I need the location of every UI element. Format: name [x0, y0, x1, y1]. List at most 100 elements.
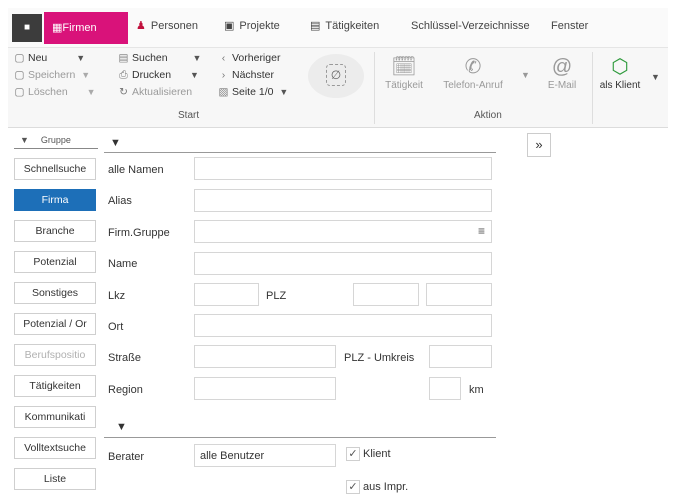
menu-schluessel-label: Schlüssel-Verzeichnisse	[411, 20, 530, 32]
search-icon: ▤	[118, 52, 129, 64]
vorheriger-button[interactable]: ‹ Vorheriger	[218, 52, 281, 64]
suchen-label: Suchen	[132, 52, 168, 64]
list-menu-icon[interactable]: ≡	[478, 224, 485, 238]
loeschen-dropdown-icon[interactable]: ▼	[87, 87, 96, 97]
drucken-label: Drucken	[132, 69, 172, 81]
sidebar-item-taetigkeiten[interactable]: Tätigkeiten	[14, 375, 96, 397]
ribbon-separator	[592, 52, 593, 124]
chevron-left-icon: ‹	[221, 52, 226, 64]
label-plz-umkreis: PLZ - Umkreis	[344, 352, 415, 364]
label-plz: PLZ	[266, 290, 287, 302]
ribbon-separator	[374, 52, 375, 124]
sidebar-item-berufsposition[interactable]: Berufspositio	[14, 344, 96, 366]
email-label: E-Mail	[547, 80, 577, 91]
checkmark-icon: ✓	[346, 447, 360, 461]
group-aktion-label: Aktion	[474, 110, 502, 121]
speichern-label: Speichern	[28, 69, 76, 81]
label-lkz: Lkz	[108, 290, 126, 302]
neu-label: Neu	[28, 52, 48, 64]
sidebar-item-branche[interactable]: Branche	[14, 220, 96, 242]
aktualisieren-button[interactable]: ↻ Aktualisieren	[118, 86, 192, 98]
menu-taetigkeiten[interactable]: ▤ Tätigkeiten	[310, 8, 379, 44]
neu-button[interactable]: ▢ Neu ▼	[14, 52, 86, 64]
strasse-field[interactable]	[194, 345, 336, 368]
aus-impr-checkbox[interactable]: ✓ aus Impr.	[346, 480, 408, 494]
km-field[interactable]	[429, 377, 461, 400]
menu-fenster[interactable]: Fenster	[551, 8, 588, 44]
sidebar-item-liste[interactable]: Liste	[14, 468, 96, 490]
taetigkeit-label: Tätigkeit	[385, 80, 423, 91]
seite-label: Seite 1/0	[232, 86, 274, 98]
attachment-button[interactable]: ∅	[308, 54, 364, 98]
sidebar-item-volltextsuche[interactable]: Volltextsuche	[14, 437, 96, 459]
at-sign-icon: @	[551, 56, 573, 78]
label-alle-namen: alle Namen	[108, 164, 164, 176]
sidebar-item-sonstiges[interactable]: Sonstiges	[14, 282, 96, 304]
berater-field[interactable]	[194, 444, 336, 467]
telefon-anruf-button[interactable]: ✆ Telefon-Anruf	[438, 54, 508, 91]
gruppe-header[interactable]: ▼ Gruppe	[14, 135, 98, 149]
region-field[interactable]	[194, 377, 336, 400]
sidebar-item-schnellsuche[interactable]: Schnellsuche	[14, 158, 96, 180]
menu-firmen[interactable]: ▦Firmen	[44, 12, 128, 44]
telefon-label: Telefon-Anruf	[443, 80, 503, 91]
plz-umkreis-field[interactable]	[429, 345, 492, 368]
paperclip-icon: ∅	[326, 64, 346, 86]
suchen-button[interactable]: ▤ Suchen ▼	[118, 52, 202, 64]
plz-from-field[interactable]	[353, 283, 419, 306]
sidebar-item-kommunikation[interactable]: Kommunikati	[14, 406, 96, 428]
expand-panel-button[interactable]: »	[527, 133, 551, 157]
telefon-dropdown-icon[interactable]: ▼	[521, 70, 530, 80]
menu-projekte[interactable]: ▣ Projekte	[224, 8, 280, 44]
menu-firmen-label: Firmen	[62, 22, 97, 34]
form-section2-toggle-icon[interactable]: ▼	[116, 421, 127, 433]
sidebar-item-potenzial[interactable]: Potenzial	[14, 251, 96, 273]
checkmark-icon: ✓	[346, 480, 360, 494]
label-name: Name	[108, 258, 138, 270]
email-button[interactable]: @ E-Mail	[540, 54, 584, 91]
delete-icon: ▢	[14, 86, 25, 98]
drucken-button[interactable]: ⎙ Drucken ▼	[118, 69, 199, 82]
ribbon-toolbar: ▢ Neu ▼ ▢ Speichern ▼ ▢ Löschen ▼ ▤ Suchen ▼…	[8, 48, 668, 128]
print-icon: ⎙	[119, 69, 128, 81]
page-icon: ▧	[218, 86, 229, 98]
menu-personen-label: Personen	[150, 20, 198, 32]
taetigkeit-button[interactable]: 🗓 Tätigkeit	[380, 54, 428, 91]
neu-dropdown-icon[interactable]: ▼	[76, 53, 85, 63]
firm-gruppe-select[interactable]: ≡	[194, 220, 492, 243]
seite-selector[interactable]: ▧ Seite 1/0 ▼	[218, 86, 289, 98]
group-start-label: Start	[178, 110, 200, 121]
naechster-button[interactable]: › Nächster	[218, 69, 274, 81]
suchen-dropdown-icon[interactable]: ▼	[193, 53, 202, 63]
taetigkeiten-icon: ▤	[310, 20, 321, 33]
label-km: km	[469, 384, 484, 396]
alias-field[interactable]	[194, 189, 492, 212]
menu-projekte-label: Projekte	[239, 20, 280, 32]
loeschen-button[interactable]: ▢ Löschen ▼	[14, 86, 96, 98]
alle-namen-field[interactable]	[194, 157, 492, 180]
form-section-toggle-icon[interactable]: ▼	[110, 137, 121, 149]
new-document-icon: ▢	[14, 52, 25, 64]
speichern-button[interactable]: ▢ Speichern ▼	[14, 69, 91, 81]
save-icon: ▢	[14, 69, 25, 81]
klient-label: Klient	[363, 447, 391, 460]
menu-personen[interactable]: ♟ Personen	[136, 8, 198, 44]
als-klient-dropdown-icon[interactable]: ▼	[651, 72, 660, 82]
chevron-right-icon: ›	[221, 69, 226, 81]
drucken-dropdown-icon[interactable]: ▼	[190, 70, 199, 80]
app-menu-button[interactable]: ■	[12, 14, 42, 42]
form-section-divider	[104, 152, 496, 153]
sidebar-item-firma[interactable]: Firma	[14, 189, 96, 211]
als-klient-button[interactable]: ⬡ als Klient	[594, 54, 646, 91]
speichern-dropdown-icon[interactable]: ▼	[81, 70, 90, 80]
plz-to-field[interactable]	[426, 283, 492, 306]
label-alias: Alias	[108, 195, 132, 207]
name-field[interactable]	[194, 252, 492, 275]
ort-field[interactable]	[194, 314, 492, 337]
menu-schluessel-verzeichnisse[interactable]: Schlüssel-Verzeichnisse	[411, 8, 530, 44]
menu-taetigkeiten-label: Tätigkeiten	[325, 20, 380, 32]
seite-dropdown-icon[interactable]: ▼	[279, 87, 288, 97]
sidebar-item-potenzial-or[interactable]: Potenzial / Or	[14, 313, 96, 335]
lkz-field[interactable]	[194, 283, 259, 306]
klient-checkbox[interactable]: ✓ Klient	[346, 447, 391, 461]
